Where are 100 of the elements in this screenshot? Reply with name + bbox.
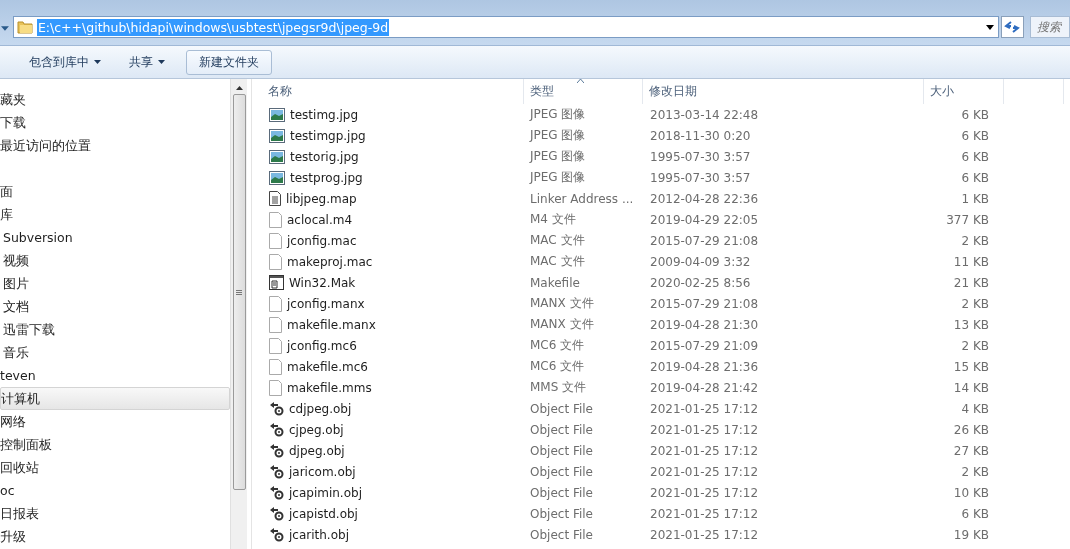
- file-type: JPEG 图像: [528, 148, 587, 165]
- modified-date: 2019-04-28 21:36: [649, 359, 760, 374]
- sidebar-item[interactable]: 最近访问的位置: [0, 134, 230, 157]
- sidebar-item[interactable]: teven: [0, 364, 230, 387]
- sidebar-item[interactable]: 回收站: [0, 456, 230, 479]
- sidebar-item[interactable]: 文档: [0, 295, 230, 318]
- file-name[interactable]: jconfig.mac: [287, 233, 357, 248]
- modified-date: 2009-04-09 3:32: [649, 254, 752, 269]
- column-header[interactable]: 名称: [252, 79, 524, 104]
- file-name[interactable]: djpeg.obj: [289, 443, 345, 458]
- image-file-icon: [269, 149, 285, 164]
- file-size: 6 KB: [960, 506, 989, 521]
- blank-file-icon: [269, 295, 282, 312]
- file-size: 6 KB: [960, 149, 989, 164]
- sidebar-item[interactable]: 下载: [0, 111, 230, 134]
- file-name[interactable]: cjpeg.obj: [289, 422, 344, 437]
- gear-arrows-icon: [269, 527, 284, 542]
- sidebar-item[interactable]: 升级: [0, 525, 230, 548]
- sidebar-item[interactable]: 藏夹: [0, 88, 230, 111]
- blank-file-icon: [269, 232, 282, 249]
- modified-date: 1995-07-30 3:57: [649, 149, 752, 164]
- sidebar-item[interactable]: 日报表: [0, 502, 230, 525]
- column-header[interactable]: 类型: [524, 79, 643, 104]
- file-name[interactable]: jcarith.obj: [289, 527, 349, 542]
- file-type: JPEG 图像: [528, 127, 587, 144]
- file-name[interactable]: jconfig.manx: [287, 296, 365, 311]
- file-type: MC6 文件: [529, 358, 586, 375]
- dropdown-icon[interactable]: [985, 24, 994, 30]
- refresh-button[interactable]: [1000, 16, 1024, 38]
- modified-date: 2019-04-28 21:42: [649, 380, 760, 395]
- grip-icon: [236, 289, 242, 295]
- file-size: 2 KB: [960, 464, 989, 479]
- file-name[interactable]: testorig.jpg: [290, 149, 359, 164]
- file-type: Linker Address ...: [529, 191, 635, 206]
- gear-arrows-icon: [269, 506, 284, 521]
- sidebar-item[interactable]: 计算机: [0, 387, 230, 410]
- sidebar-item[interactable]: 网络: [0, 410, 230, 433]
- file-name[interactable]: jcapistd.obj: [289, 506, 358, 521]
- file-name[interactable]: libjpeg.map: [286, 191, 357, 206]
- blank-file-icon: [269, 358, 282, 375]
- file-name[interactable]: testimg.jpg: [290, 107, 359, 122]
- scroll-up-icon[interactable]: [235, 86, 243, 90]
- sidebar-item[interactable]: 面: [0, 180, 230, 203]
- folder-icon: [16, 19, 33, 35]
- modified-date: 2021-01-25 17:12: [649, 485, 760, 500]
- search-field[interactable]: 搜索: [1030, 16, 1070, 38]
- sidebar-item[interactable]: 控制面板: [0, 433, 230, 456]
- file-name[interactable]: Win32.Mak: [289, 275, 356, 290]
- file-type: Makefile: [529, 275, 581, 290]
- sidebar-item[interactable]: oc: [0, 479, 230, 502]
- toolbar-button[interactable]: 共享: [122, 49, 172, 75]
- file-name[interactable]: jaricom.obj: [289, 464, 356, 479]
- scrollbar[interactable]: [230, 79, 247, 549]
- modified-date: 2019-04-28 21:30: [649, 317, 760, 332]
- file-size: 10 KB: [952, 485, 989, 500]
- modified-date: 2021-01-25 17:12: [649, 464, 760, 479]
- toolbar-button[interactable]: 新建文件夹: [186, 49, 272, 75]
- file-type: Object File: [529, 485, 594, 500]
- sidebar-item[interactable]: Subversion: [0, 226, 230, 249]
- modified-date: 2021-01-25 17:12: [649, 401, 760, 416]
- file-name[interactable]: makefile.mms: [287, 380, 372, 395]
- file-size: 11 KB: [952, 254, 989, 269]
- sidebar-item[interactable]: 迅雷下载: [0, 318, 230, 341]
- file-name[interactable]: jconfig.mc6: [287, 338, 357, 353]
- column-header[interactable]: 修改日期: [643, 79, 924, 104]
- blank-file-icon: [269, 211, 282, 228]
- file-size: 27 KB: [952, 443, 989, 458]
- file-size: 13 KB: [952, 317, 989, 332]
- gear-arrows-icon: [269, 485, 284, 500]
- file-size: 19 KB: [952, 527, 989, 542]
- file-name[interactable]: makeproj.mac: [287, 254, 373, 269]
- caret-icon[interactable]: [1, 26, 9, 32]
- gear-arrows-icon: [269, 443, 284, 458]
- file-size: 15 KB: [952, 359, 989, 374]
- modified-date: 2015-07-29 21:08: [649, 296, 760, 311]
- file-name[interactable]: testprog.jpg: [290, 170, 363, 185]
- toolbar-button[interactable]: 包含到库中: [22, 49, 108, 75]
- column-header[interactable]: 大小: [924, 79, 1004, 104]
- file-size: 6 KB: [960, 128, 989, 143]
- file-size: 377 KB: [945, 212, 989, 227]
- file-type: MAC 文件: [529, 232, 586, 249]
- file-type: JPEG 图像: [528, 169, 587, 186]
- sidebar-item[interactable]: 图片: [0, 272, 230, 295]
- file-name[interactable]: testimgp.jpg: [290, 128, 366, 143]
- sidebar-item[interactable]: 音乐: [0, 341, 230, 364]
- file-type: Object File: [529, 422, 594, 437]
- file-type: Object File: [529, 464, 594, 479]
- blank-file-icon: [269, 379, 282, 396]
- file-name[interactable]: aclocal.m4: [287, 212, 353, 227]
- file-name[interactable]: makefile.mc6: [287, 359, 368, 374]
- file-size: 21 KB: [952, 275, 989, 290]
- modified-date: 2013-03-14 22:48: [649, 107, 760, 122]
- sidebar-item[interactable]: 库: [0, 203, 230, 226]
- sidebar-item[interactable]: 视频: [0, 249, 230, 272]
- file-name[interactable]: makefile.manx: [287, 317, 376, 332]
- file-name[interactable]: cdjpeg.obj: [289, 401, 352, 416]
- file-name[interactable]: jcapimin.obj: [289, 485, 362, 500]
- modified-date: 2015-07-29 21:09: [649, 338, 760, 353]
- text-file-icon: [269, 191, 281, 206]
- scroll-thumb[interactable]: [232, 94, 246, 490]
